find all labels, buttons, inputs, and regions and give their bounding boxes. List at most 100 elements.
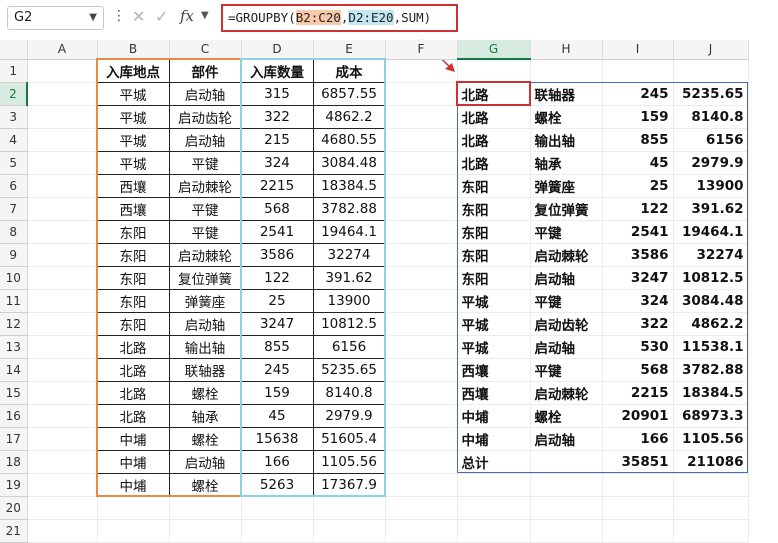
cell[interactable]: 3084.48: [673, 289, 749, 313]
cell[interactable]: 568: [240, 196, 314, 221]
cell[interactable]: 启动棘轮: [530, 381, 603, 405]
cell[interactable]: [602, 473, 674, 497]
cell[interactable]: 东阳: [457, 174, 531, 198]
cell[interactable]: 8140.8: [312, 380, 386, 405]
cell[interactable]: 东阳: [96, 219, 170, 244]
cell[interactable]: 6857.55: [312, 81, 386, 106]
cell[interactable]: 322: [602, 312, 674, 336]
cell[interactable]: 东阳: [96, 288, 170, 313]
cell[interactable]: 中埔: [457, 427, 531, 451]
column-header[interactable]: E: [313, 40, 386, 60]
cell[interactable]: [530, 473, 603, 497]
row-header[interactable]: 15: [0, 381, 28, 405]
cancel-x-icon[interactable]: ✕: [132, 7, 145, 26]
more-vertical-icon[interactable]: ⋮: [112, 8, 126, 24]
cell[interactable]: 4862.2: [312, 104, 386, 129]
cell[interactable]: 东阳: [457, 220, 531, 244]
cell[interactable]: [673, 519, 749, 543]
row-header[interactable]: 4: [0, 128, 28, 152]
cell[interactable]: [673, 496, 749, 520]
cell[interactable]: 45: [240, 403, 314, 428]
cell[interactable]: 输出轴: [168, 334, 242, 359]
cell[interactable]: [673, 473, 749, 497]
cell[interactable]: 平键: [530, 220, 603, 244]
cell[interactable]: 2979.9: [312, 403, 386, 428]
cell[interactable]: 2215: [240, 173, 314, 198]
cell[interactable]: 西壤: [457, 358, 531, 382]
cell[interactable]: 391.62: [673, 197, 749, 221]
cell[interactable]: [385, 59, 458, 83]
cell[interactable]: 中埔: [457, 404, 531, 428]
cell[interactable]: 1105.56: [312, 449, 386, 474]
cell[interactable]: 平城: [96, 150, 170, 175]
row-header[interactable]: 17: [0, 427, 28, 451]
row-header[interactable]: 1: [0, 59, 28, 83]
cell[interactable]: 东阳: [457, 197, 531, 221]
cell[interactable]: 螺栓: [530, 404, 603, 428]
cell[interactable]: 6156: [673, 128, 749, 152]
cell[interactable]: 68973.3: [673, 404, 749, 428]
column-header[interactable]: F: [385, 40, 458, 60]
cell[interactable]: 启动轴: [168, 127, 242, 152]
cell[interactable]: [313, 519, 386, 543]
cell[interactable]: 324: [240, 150, 314, 175]
cell[interactable]: [385, 381, 458, 405]
cell[interactable]: 6156: [312, 334, 386, 359]
cell[interactable]: 北路: [457, 105, 531, 129]
cell[interactable]: [27, 82, 98, 106]
column-header[interactable]: B: [97, 40, 170, 60]
cell[interactable]: [27, 197, 98, 221]
cell[interactable]: 东阳: [96, 265, 170, 290]
cell[interactable]: [385, 312, 458, 336]
cell[interactable]: 启动棘轮: [168, 242, 242, 267]
row-header[interactable]: 11: [0, 289, 28, 313]
cell[interactable]: [27, 381, 98, 405]
cell[interactable]: [385, 220, 458, 244]
cell[interactable]: 部件: [168, 58, 242, 83]
cell[interactable]: [27, 496, 98, 520]
cell[interactable]: [530, 450, 603, 474]
cell[interactable]: 平键: [530, 358, 603, 382]
cell[interactable]: [27, 404, 98, 428]
cell[interactable]: [385, 289, 458, 313]
cell[interactable]: 4680.55: [312, 127, 386, 152]
cell[interactable]: 北路: [457, 128, 531, 152]
row-header[interactable]: 16: [0, 404, 28, 428]
cell[interactable]: 北路: [96, 334, 170, 359]
cell[interactable]: [385, 174, 458, 198]
row-header[interactable]: 2: [0, 82, 28, 106]
chevron-down-icon[interactable]: ▼: [201, 10, 209, 21]
column-header[interactable]: C: [169, 40, 242, 60]
formula-input[interactable]: =GROUPBY(B2:C20,D2:E20,SUM): [221, 4, 458, 32]
chevron-down-icon[interactable]: ▼: [89, 7, 97, 29]
cell[interactable]: 东阳: [96, 242, 170, 267]
cell[interactable]: 3247: [602, 266, 674, 290]
row-header[interactable]: 7: [0, 197, 28, 221]
cell[interactable]: 245: [602, 82, 674, 106]
column-header[interactable]: A: [27, 40, 98, 60]
row-header[interactable]: 21: [0, 519, 28, 543]
cell[interactable]: 平键: [168, 150, 242, 175]
cell[interactable]: [27, 473, 98, 497]
cell[interactable]: [602, 59, 674, 83]
cell[interactable]: [602, 519, 674, 543]
cell[interactable]: 245: [240, 357, 314, 382]
cell[interactable]: [169, 519, 242, 543]
cell[interactable]: 平键: [168, 219, 242, 244]
cell[interactable]: 2979.9: [673, 151, 749, 175]
cell[interactable]: [27, 312, 98, 336]
cell[interactable]: 中埔: [96, 449, 170, 474]
cell[interactable]: 启动轴: [530, 427, 603, 451]
cell[interactable]: [27, 243, 98, 267]
cell[interactable]: [385, 358, 458, 382]
cell[interactable]: 东阳: [457, 243, 531, 267]
cell[interactable]: [27, 174, 98, 198]
cell[interactable]: [27, 151, 98, 175]
cell[interactable]: 西壤: [457, 381, 531, 405]
cell[interactable]: 螺栓: [168, 380, 242, 405]
cell[interactable]: 平城: [96, 127, 170, 152]
cell[interactable]: 北路: [457, 151, 531, 175]
cell[interactable]: 5235.65: [312, 357, 386, 382]
cell[interactable]: 159: [602, 105, 674, 129]
cell[interactable]: 2541: [602, 220, 674, 244]
